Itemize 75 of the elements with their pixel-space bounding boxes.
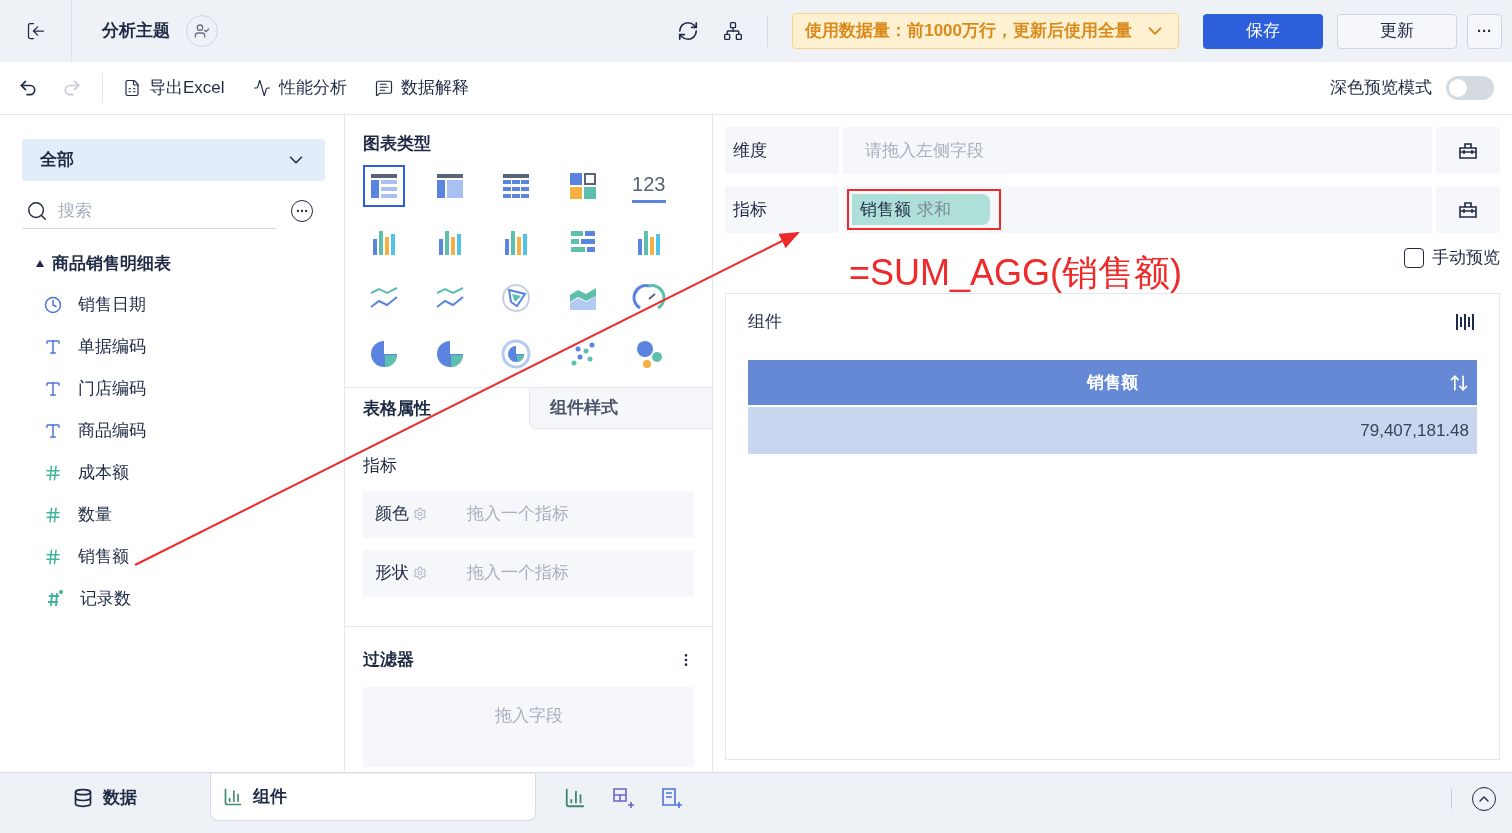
field-item[interactable]: 成本额 xyxy=(22,458,322,487)
toolbar-button[interactable]: 数据解释 xyxy=(374,75,469,101)
toolbar-button[interactable]: 导出Excel xyxy=(123,75,225,101)
dark-mode-label: 深色预览模式 xyxy=(1330,77,1432,100)
properties-tab[interactable]: 组件样式 xyxy=(528,388,712,429)
chart-icon xyxy=(223,787,243,807)
briefcase-icon xyxy=(1458,141,1478,160)
refresh-button[interactable] xyxy=(677,20,700,42)
drop-slot[interactable]: 形状 拖入一个指标 xyxy=(363,549,694,597)
hash-icon xyxy=(44,463,62,482)
search-field[interactable]: 搜索 xyxy=(58,197,248,224)
barcode-icon[interactable] xyxy=(1455,312,1477,332)
search-icon xyxy=(26,199,48,222)
update-button[interactable]: 更新 xyxy=(1337,13,1457,49)
save-button[interactable]: 保存 xyxy=(1203,13,1323,49)
table-tree-node[interactable]: 商品销售明细表 xyxy=(22,251,322,277)
shelf-drop-zone[interactable]: 销售额 求和 xyxy=(843,186,1432,233)
bottom-tab[interactable]: 组件 xyxy=(210,774,536,821)
exit-icon xyxy=(25,21,46,41)
section-label: 指标 xyxy=(363,455,398,477)
add-report-button[interactable] xyxy=(660,786,682,809)
field-item[interactable]: 门店编码 xyxy=(22,374,322,403)
toolbar-button[interactable]: 性能分析 xyxy=(252,75,347,101)
field-scope-dropdown[interactable]: 全部 xyxy=(22,139,325,181)
more-button[interactable]: ··· xyxy=(1467,13,1502,49)
add-document-icon xyxy=(660,786,682,809)
sort-icon[interactable] xyxy=(1449,373,1469,393)
page-title: 分析主题 xyxy=(102,20,170,43)
slot-label: 颜色 xyxy=(375,503,409,526)
add-chart-button[interactable] xyxy=(564,786,586,809)
manual-preview-checkbox[interactable]: 手动预览 xyxy=(1404,245,1500,271)
redo-icon xyxy=(62,78,82,98)
undo-icon xyxy=(18,78,38,98)
hash-icon xyxy=(44,505,62,524)
shelf-settings-button[interactable] xyxy=(1436,127,1500,174)
dark-mode-toggle[interactable] xyxy=(1446,76,1494,100)
hierarchy-icon xyxy=(723,21,744,41)
slot-placeholder: 拖入一个指标 xyxy=(467,503,569,526)
hash-icon xyxy=(44,547,62,566)
shelf-label: 维度 xyxy=(725,127,839,174)
field-item[interactable]: 销售日期 xyxy=(22,290,322,319)
add-grid-icon xyxy=(612,786,634,809)
briefcase-icon xyxy=(1458,200,1478,219)
clock-icon xyxy=(44,295,62,314)
filter-title: 过滤器 xyxy=(363,649,414,671)
lineage-button[interactable] xyxy=(723,21,744,41)
text-type-icon xyxy=(44,421,62,440)
slot-label: 形状 xyxy=(375,562,409,585)
add-layout-button[interactable] xyxy=(612,786,634,809)
widget-title: 组件 xyxy=(748,311,782,334)
text-type-icon xyxy=(44,379,62,398)
text-type-icon xyxy=(44,337,62,356)
refresh-icon xyxy=(677,20,700,42)
annotation-text: =SUM_AGG(销售额) xyxy=(849,255,1183,291)
shelf-placeholder: 请拖入左侧字段 xyxy=(864,139,984,162)
undo-button[interactable] xyxy=(18,78,38,98)
spreadsheet-icon xyxy=(123,79,141,97)
drop-slot[interactable]: 颜色 拖入一个指标 xyxy=(363,490,694,538)
chart-types-title: 图表类型 xyxy=(363,133,432,155)
field-item[interactable]: 商品编码 xyxy=(22,416,322,445)
bottom-tab[interactable]: 数据 xyxy=(0,774,210,821)
field-item[interactable]: 销售额 xyxy=(22,542,322,571)
field-item[interactable]: 单据编码 xyxy=(22,332,322,361)
slot-placeholder: 拖入一个指标 xyxy=(467,562,569,585)
shelf-settings-button[interactable] xyxy=(1436,186,1500,233)
field-item[interactable]: 数量 xyxy=(22,500,322,529)
add-chart-icon xyxy=(564,786,586,809)
pulse-chart-icon xyxy=(252,79,271,97)
shelf-label: 指标 xyxy=(725,186,839,233)
field-item[interactable]: 记录数 xyxy=(22,584,322,613)
table-cell: 79,407,181.48 xyxy=(748,406,1477,454)
user-check-icon xyxy=(194,23,210,39)
database-icon xyxy=(73,787,93,808)
chart-comment-icon xyxy=(374,79,393,97)
measure-chip[interactable]: 销售额 求和 xyxy=(852,194,990,225)
